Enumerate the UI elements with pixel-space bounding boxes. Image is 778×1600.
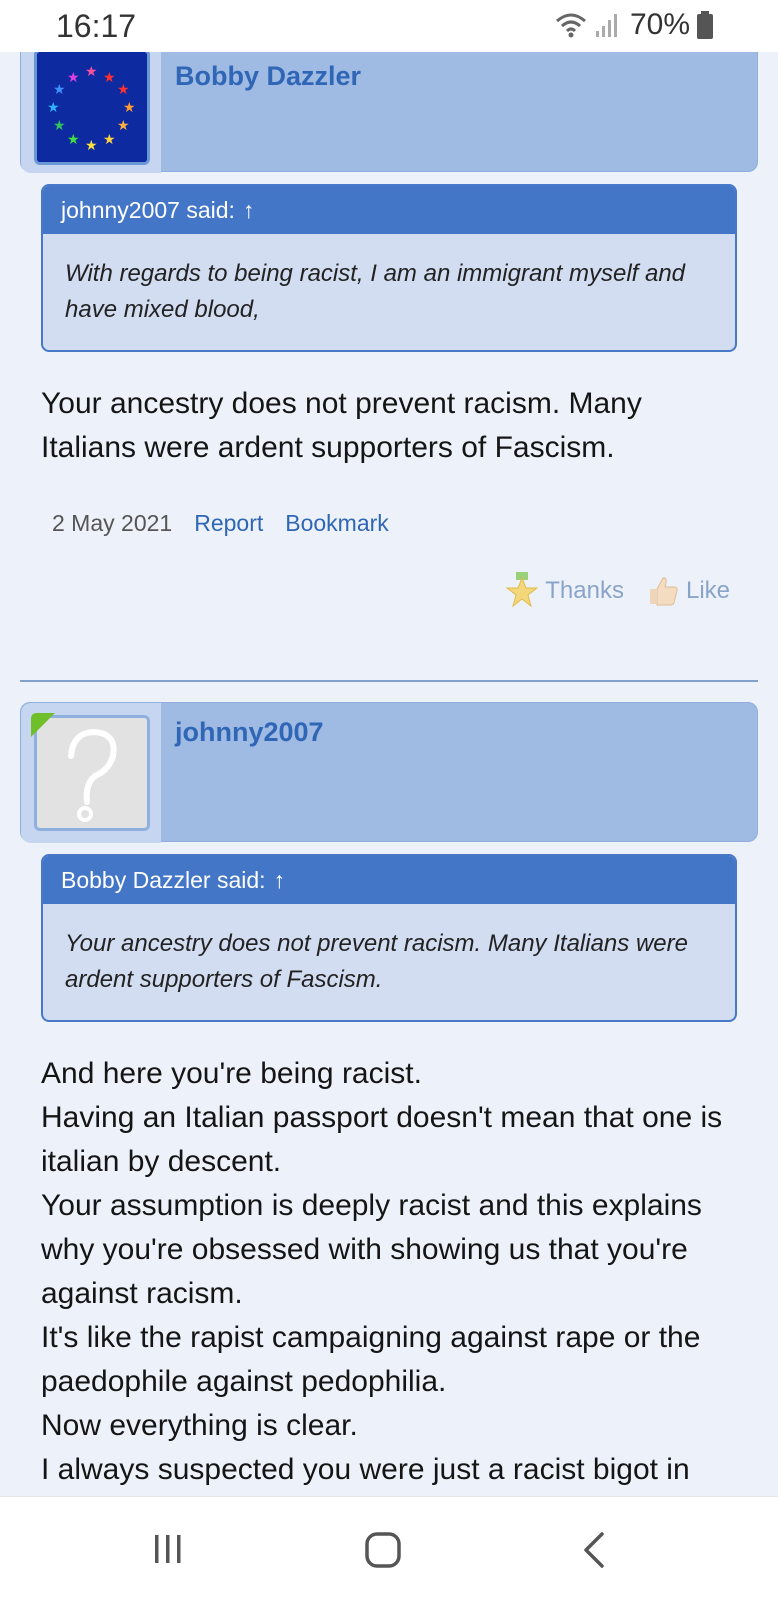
message-line: And here you're being racist. [41,1057,422,1090]
message-line: It's like the rapist campaigning against… [41,1321,701,1398]
svg-text:★: ★ [67,131,80,147]
navigation-bar [0,1496,778,1600]
avatar-container [21,703,161,843]
quote-block: Bobby Dazzler said: ↑ Your ancestry does… [41,854,737,1022]
status-icons: 70% [554,8,714,42]
reactions-bar: Thanks Like [505,572,730,610]
post-header: ★ ★ ★ ★ ★ ★ ★ ★ ★ ★ ★ ★ Bobby Dazzler [20,52,758,173]
status-time: 16:17 [56,8,137,44]
post-header: johnny2007 [20,702,758,843]
bookmark-link[interactable]: Bookmark [285,510,389,537]
signal-icon [595,14,617,37]
post-username[interactable]: johnny2007 [175,717,324,748]
post-message: And here you're being racist. Having an … [41,1052,741,1492]
battery-percent: 70% [629,8,690,41]
thread-content: ★ ★ ★ ★ ★ ★ ★ ★ ★ ★ ★ ★ Bobby Dazzler jo… [0,52,778,1496]
arrow-up-icon: ↑ [242,196,255,223]
quote-text: With regards to being racist, I am an im… [65,260,686,323]
post-date[interactable]: 2 May 2021 [52,510,172,537]
svg-text:★: ★ [103,69,116,85]
quote-header[interactable]: Bobby Dazzler said: ↑ [43,856,735,904]
svg-text:★: ★ [53,81,66,97]
home-icon[interactable] [364,1531,402,1569]
report-link[interactable]: Report [194,510,263,537]
svg-text:★: ★ [47,99,60,115]
quote-author: johnny2007 said: [61,196,235,223]
message-line: Your assumption is deeply racist and thi… [41,1189,702,1310]
eu-stars-avatar-icon: ★ ★ ★ ★ ★ ★ ★ ★ ★ ★ ★ ★ [37,52,147,162]
post-message: Your ancestry does not prevent racism. M… [41,387,642,464]
svg-text:★: ★ [67,69,80,85]
message-line: Now everything is clear. [41,1409,358,1442]
online-indicator-icon [31,713,55,737]
svg-text:★: ★ [103,131,116,147]
avatar-container: ★ ★ ★ ★ ★ ★ ★ ★ ★ ★ ★ ★ [21,52,161,173]
svg-text:★: ★ [117,117,130,133]
arrow-up-icon: ↑ [273,866,286,893]
post-divider [20,680,758,682]
recent-apps-icon[interactable] [150,1531,186,1567]
star-award-icon [505,572,539,608]
post-meta: 2 May 2021 Report Bookmark [52,510,389,537]
svg-text:★: ★ [123,99,136,115]
quote-author: Bobby Dazzler said: [61,866,266,893]
battery-icon [697,11,713,39]
post-username[interactable]: Bobby Dazzler [175,61,361,92]
svg-text:★: ★ [53,117,66,133]
svg-text:★: ★ [117,81,130,97]
status-bar: 16:17 70% [0,0,778,52]
thanks-button[interactable]: Thanks [505,572,624,610]
back-icon[interactable] [580,1531,610,1569]
svg-text:★: ★ [85,63,98,79]
message-line: Having an Italian passport doesn't mean … [41,1101,723,1178]
wifi-icon [555,13,586,38]
quote-block: johnny2007 said: ↑ With regards to being… [41,184,737,352]
svg-text:★: ★ [85,137,98,153]
quote-text: Your ancestry does not prevent racism. M… [65,930,688,993]
message-line: I always suspected you were just a racis… [41,1453,690,1486]
avatar[interactable]: ★ ★ ★ ★ ★ ★ ★ ★ ★ ★ ★ ★ [34,52,150,165]
like-label: Like [685,577,730,604]
thumbs-up-icon [649,577,678,606]
like-button[interactable]: Like [646,574,730,608]
thanks-label: Thanks [545,577,624,604]
quote-header[interactable]: johnny2007 said: ↑ [43,186,735,234]
